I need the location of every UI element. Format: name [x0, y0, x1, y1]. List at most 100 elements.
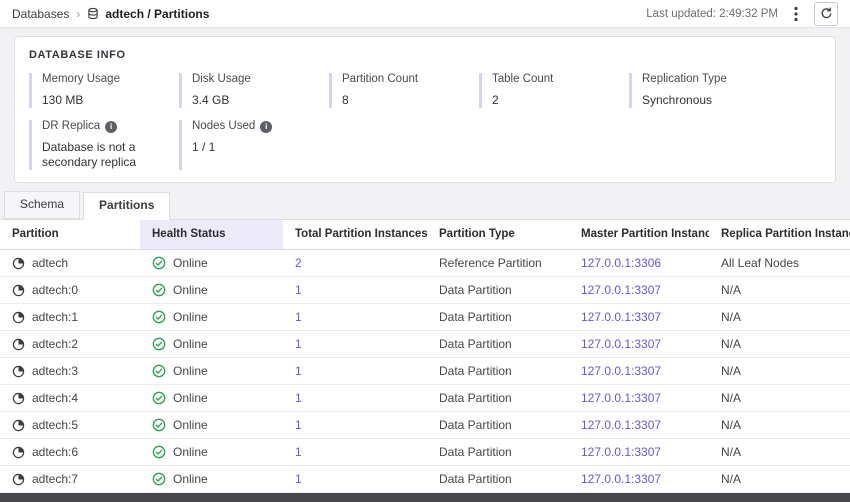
partition-pie-icon	[12, 257, 25, 270]
stat-item: Memory Usage 130 MB	[29, 73, 179, 108]
master-instance-link[interactable]: 127.0.0.1:3307	[569, 466, 709, 493]
master-instance-link[interactable]: 127.0.0.1:3307	[569, 439, 709, 466]
table-row: adtech:6 Online	[0, 439, 850, 466]
total-instances-link[interactable]: 1	[283, 331, 427, 358]
breadcrumb-databases-link[interactable]: Databases	[12, 7, 69, 21]
partition-pie-icon	[12, 446, 25, 459]
col-header-replica-instance[interactable]: Replica Partition Instance ...	[709, 220, 850, 250]
col-header-health-status[interactable]: Health Status	[140, 220, 283, 250]
partition-name: adtech:6	[32, 445, 78, 459]
total-instances-link[interactable]: 2	[283, 250, 427, 277]
stat-value: 1 / 1	[192, 140, 322, 155]
kebab-icon	[794, 6, 798, 22]
tab-schema[interactable]: Schema	[4, 191, 80, 219]
partition-name: adtech:4	[32, 391, 78, 405]
partition-pie-icon	[12, 365, 25, 378]
online-check-icon	[152, 256, 166, 270]
master-instance-link[interactable]: 127.0.0.1:3307	[569, 358, 709, 385]
col-header-partition[interactable]: Partition	[0, 220, 140, 250]
database-info-card: DATABASE INFO Memory Usage 130 MB Disk U…	[14, 36, 836, 183]
stat-item: Disk Usage 3.4 GB	[179, 73, 329, 108]
replica-instance-cell: N/A	[709, 358, 850, 385]
total-instances-link[interactable]: 1	[283, 439, 427, 466]
health-status-text: Online	[173, 364, 208, 378]
partition-pie-icon	[12, 338, 25, 351]
stat-label: Replication Type	[642, 73, 727, 86]
health-status-text: Online	[173, 418, 208, 432]
master-instance-link[interactable]: 127.0.0.1:3306	[569, 250, 709, 277]
info-icon[interactable]	[260, 121, 272, 133]
partition-cell: adtech:3	[0, 358, 140, 385]
total-instances-link[interactable]: 1	[283, 358, 427, 385]
stat-item: Partition Count 8	[329, 73, 479, 108]
health-cell: Online	[140, 412, 283, 439]
stat-label: Nodes Used	[192, 120, 255, 133]
total-instances-link[interactable]: 1	[283, 277, 427, 304]
total-instances-link[interactable]: 1	[283, 466, 427, 493]
health-status-text: Online	[173, 337, 208, 351]
replica-instance-cell: All Leaf Nodes	[709, 250, 850, 277]
health-status-text: Online	[173, 391, 208, 405]
replica-instance-cell: N/A	[709, 439, 850, 466]
stat-value: 130 MB	[42, 93, 172, 108]
master-instance-link[interactable]: 127.0.0.1:3307	[569, 412, 709, 439]
partition-cell: adtech:0	[0, 277, 140, 304]
stat-label: DR Replica	[42, 120, 100, 133]
kebab-menu-button[interactable]	[792, 6, 800, 22]
table-row: adtech:3 Online	[0, 358, 850, 385]
top-bar: Databases › adtech / Partitions Last upd…	[0, 0, 850, 28]
stat-value: 8	[342, 93, 472, 108]
health-cell: Online	[140, 277, 283, 304]
stat-label: Table Count	[492, 73, 553, 86]
health-status-text: Online	[173, 472, 208, 486]
master-instance-link[interactable]: 127.0.0.1:3307	[569, 277, 709, 304]
health-cell: Online	[140, 439, 283, 466]
total-instances-link[interactable]: 1	[283, 385, 427, 412]
online-check-icon	[152, 391, 166, 405]
database-info-title: DATABASE INFO	[29, 49, 821, 61]
partition-type-cell: Data Partition	[427, 304, 569, 331]
health-status-text: Online	[173, 445, 208, 459]
partition-type-cell: Data Partition	[427, 439, 569, 466]
stat-value: Synchronous	[642, 93, 772, 108]
last-updated-text: Last updated: 2:49:32 PM	[646, 8, 778, 20]
partitions-table: Partition Health Status Total Partition …	[0, 220, 850, 493]
partition-type-cell: Data Partition	[427, 385, 569, 412]
stat-value: 3.4 GB	[192, 93, 322, 108]
stat-item: Replication Type Synchronous	[629, 73, 779, 108]
database-icon	[87, 7, 99, 20]
partition-type-cell: Data Partition	[427, 331, 569, 358]
col-header-total-instances[interactable]: Total Partition Instances	[283, 220, 427, 250]
partition-name: adtech:1	[32, 310, 78, 324]
col-header-partition-type[interactable]: Partition Type	[427, 220, 569, 250]
replica-instance-cell: N/A	[709, 331, 850, 358]
info-icon[interactable]	[105, 121, 117, 133]
online-check-icon	[152, 310, 166, 324]
replica-instance-cell: N/A	[709, 277, 850, 304]
online-check-icon	[152, 445, 166, 459]
master-instance-link[interactable]: 127.0.0.1:3307	[569, 385, 709, 412]
total-instances-link[interactable]: 1	[283, 304, 427, 331]
tab-partitions[interactable]: Partitions	[83, 192, 170, 220]
online-check-icon	[152, 472, 166, 486]
partition-pie-icon	[12, 392, 25, 405]
table-header-row: Partition Health Status Total Partition …	[0, 220, 850, 250]
partition-cell: adtech:5	[0, 412, 140, 439]
stats-row-2: DR Replica Database is not a secondary r…	[29, 120, 821, 170]
total-instances-link[interactable]: 1	[283, 412, 427, 439]
refresh-button[interactable]	[814, 2, 838, 26]
page-title-text: adtech / Partitions	[105, 7, 209, 21]
partition-name: adtech:5	[32, 418, 78, 432]
master-instance-link[interactable]: 127.0.0.1:3307	[569, 331, 709, 358]
health-cell: Online	[140, 250, 283, 277]
master-instance-link[interactable]: 127.0.0.1:3307	[569, 304, 709, 331]
col-header-master-instance[interactable]: Master Partition Instance ...	[569, 220, 709, 250]
partition-name: adtech:2	[32, 337, 78, 351]
partition-pie-icon	[12, 284, 25, 297]
refresh-icon	[820, 7, 833, 20]
online-check-icon	[152, 283, 166, 297]
partition-type-cell: Reference Partition	[427, 250, 569, 277]
table-row: adtech:2 Online	[0, 331, 850, 358]
partition-name: adtech:7	[32, 472, 78, 486]
health-status-text: Online	[173, 283, 208, 297]
